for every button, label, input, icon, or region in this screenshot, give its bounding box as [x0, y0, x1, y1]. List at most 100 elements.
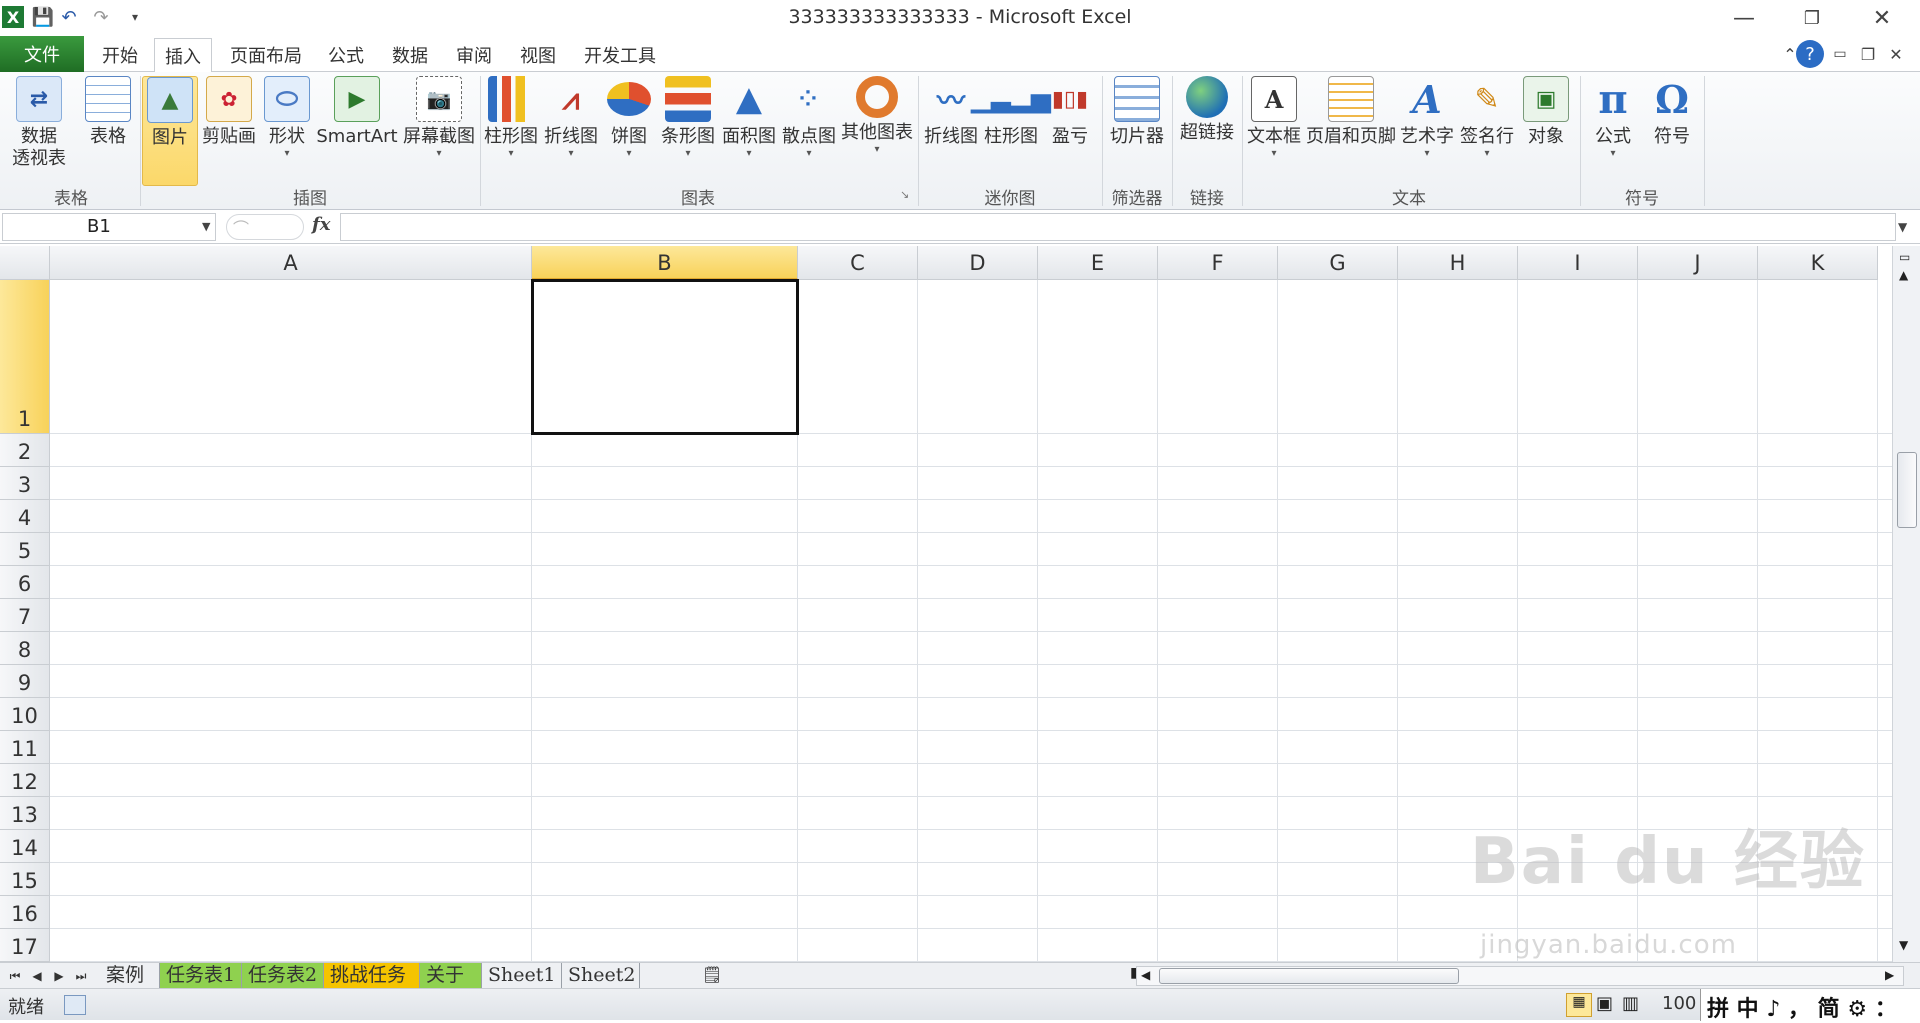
- row-header-1[interactable]: 1: [0, 280, 50, 434]
- sheet-tab[interactable]: 任务表2: [242, 963, 324, 988]
- tab-view[interactable]: 视图: [510, 38, 566, 72]
- hyperlink-button[interactable]: 超链接: [1174, 76, 1240, 176]
- scroll-right-icon[interactable]: ▶: [1885, 968, 1894, 982]
- vertical-scrollbar[interactable]: ▭ ▲ ▼: [1892, 246, 1920, 962]
- area-chart-button[interactable]: ▲ 面积图 ▾: [720, 76, 778, 176]
- column-header-c[interactable]: C: [798, 246, 918, 280]
- object-button[interactable]: ▣ 对象: [1518, 76, 1574, 176]
- pie-chart-button[interactable]: 饼图 ▾: [602, 76, 656, 176]
- column-header-a[interactable]: A: [50, 246, 532, 280]
- ime-status[interactable]: 拼 中 ♪ ， 简 ⚙ ：: [1707, 991, 1897, 1023]
- column-header-d[interactable]: D: [918, 246, 1038, 280]
- wordart-button[interactable]: A 艺术字 ▾: [1398, 76, 1456, 176]
- row-header-6[interactable]: 6: [0, 566, 50, 599]
- column-header-f[interactable]: F: [1158, 246, 1278, 280]
- last-sheet-icon[interactable]: ⏭: [70, 965, 92, 987]
- column-header-g[interactable]: G: [1278, 246, 1398, 280]
- sheet-tab[interactable]: 挑战任务: [324, 963, 420, 988]
- tab-review[interactable]: 审阅: [446, 38, 502, 72]
- sheet-tab[interactable]: 案例: [100, 963, 160, 988]
- selected-cell[interactable]: [531, 279, 799, 435]
- scroll-down-icon[interactable]: ▼: [1899, 938, 1908, 952]
- zoom-level[interactable]: 100: [1662, 993, 1696, 1014]
- column-header-j[interactable]: J: [1638, 246, 1758, 280]
- sparkline-winloss-button[interactable]: ▮▯▮ 盈亏: [1042, 76, 1098, 176]
- column-header-k[interactable]: K: [1758, 246, 1878, 280]
- other-charts-button[interactable]: 其他图表 ▾: [840, 76, 914, 176]
- tab-file[interactable]: 文件: [0, 36, 84, 72]
- doc-close-icon[interactable]: ✕: [1882, 40, 1910, 68]
- tab-developer[interactable]: 开发工具: [574, 38, 666, 72]
- row-header-15[interactable]: 15: [0, 863, 50, 896]
- table-button[interactable]: 表格: [78, 76, 138, 176]
- formula-bar-splitter[interactable]: ⌒: [226, 214, 304, 240]
- pivot-table-button[interactable]: ⇄ 数据 透视表: [4, 76, 74, 176]
- row-header-2[interactable]: 2: [0, 434, 50, 467]
- sheet-tab[interactable]: 任务表1: [160, 963, 242, 988]
- row-header-13[interactable]: 13: [0, 797, 50, 830]
- symbol-button[interactable]: Ω 符号: [1644, 76, 1700, 176]
- smartart-button[interactable]: ▶ SmartArt: [316, 76, 398, 176]
- bar-chart-button[interactable]: 条形图 ▾: [658, 76, 718, 176]
- scroll-left-icon[interactable]: ◀: [1141, 968, 1150, 982]
- shapes-button[interactable]: ⬭ 形状 ▾: [260, 76, 314, 176]
- column-header-i[interactable]: I: [1518, 246, 1638, 280]
- row-header-12[interactable]: 12: [0, 764, 50, 797]
- name-box-dropdown-icon[interactable]: ▼: [202, 220, 210, 233]
- row-header-11[interactable]: 11: [0, 731, 50, 764]
- first-sheet-icon[interactable]: ⏮: [4, 965, 26, 987]
- help-icon[interactable]: ?: [1796, 40, 1824, 68]
- row-header-14[interactable]: 14: [0, 830, 50, 863]
- expand-formula-bar-icon[interactable]: ▼: [1898, 220, 1907, 234]
- equation-button[interactable]: π 公式 ▾: [1584, 76, 1642, 176]
- horizontal-scroll-thumb[interactable]: [1159, 968, 1459, 984]
- restore-button[interactable]: ❐: [1792, 4, 1832, 32]
- formula-input[interactable]: [340, 213, 1896, 241]
- row-header-4[interactable]: 4: [0, 500, 50, 533]
- charts-dialog-launcher-icon[interactable]: ↘: [900, 188, 909, 201]
- insert-sheet-icon[interactable]: 🗒: [702, 965, 722, 984]
- header-footer-button[interactable]: 页眉和页脚: [1306, 76, 1396, 176]
- normal-view-icon[interactable]: ▦: [1566, 993, 1592, 1017]
- macro-record-icon[interactable]: [64, 995, 86, 1015]
- page-break-view-icon[interactable]: ▥: [1622, 993, 1639, 1014]
- row-header-9[interactable]: 9: [0, 665, 50, 698]
- scroll-split-icon[interactable]: ▭: [1899, 250, 1910, 264]
- doc-restore-icon[interactable]: ❐: [1854, 40, 1882, 68]
- clipart-button[interactable]: ✿ 剪贴画: [200, 76, 258, 176]
- row-header-7[interactable]: 7: [0, 599, 50, 632]
- prev-sheet-icon[interactable]: ◀: [26, 965, 48, 987]
- column-header-h[interactable]: H: [1398, 246, 1518, 280]
- vertical-scroll-thumb[interactable]: [1897, 452, 1917, 528]
- tab-insert[interactable]: 插入: [154, 38, 212, 73]
- tab-home[interactable]: 开始: [92, 38, 148, 72]
- row-header-16[interactable]: 16: [0, 896, 50, 929]
- horizontal-scrollbar[interactable]: ◀ ▶: [1136, 966, 1904, 986]
- row-header-8[interactable]: 8: [0, 632, 50, 665]
- row-header-5[interactable]: 5: [0, 533, 50, 566]
- tab-formulas[interactable]: 公式: [318, 38, 374, 72]
- column-header-b[interactable]: B: [532, 246, 798, 280]
- sparkline-column-button[interactable]: ▁▃▂▅ 柱形图: [971, 76, 1051, 176]
- picture-button[interactable]: ▲ 图片: [142, 76, 198, 186]
- column-chart-button[interactable]: 柱形图 ▾: [482, 76, 540, 176]
- tab-page-layout[interactable]: 页面布局: [220, 38, 312, 72]
- next-sheet-icon[interactable]: ▶: [48, 965, 70, 987]
- sheet-tab[interactable]: 关于: [420, 963, 482, 988]
- minimize-button[interactable]: —: [1724, 4, 1764, 32]
- insert-function-icon[interactable]: fx: [312, 214, 330, 235]
- scatter-chart-button[interactable]: ⁘ 散点图 ▾: [780, 76, 838, 176]
- doc-minimize-icon[interactable]: ▭: [1826, 40, 1854, 68]
- line-chart-button[interactable]: ⩘ 折线图 ▾: [542, 76, 600, 176]
- row-header-3[interactable]: 3: [0, 467, 50, 500]
- select-all-corner[interactable]: [0, 246, 50, 280]
- scroll-up-icon[interactable]: ▲: [1899, 268, 1908, 282]
- slicer-button[interactable]: 切片器: [1104, 76, 1170, 176]
- close-button[interactable]: ✕: [1862, 4, 1902, 32]
- sheet-tab[interactable]: Sheet1: [482, 963, 562, 988]
- screenshot-button[interactable]: 📷 屏幕截图 ▾: [400, 76, 478, 176]
- row-header-17[interactable]: 17: [0, 929, 50, 962]
- sheet-tab[interactable]: Sheet2: [562, 963, 640, 988]
- row-header-10[interactable]: 10: [0, 698, 50, 731]
- page-layout-view-icon[interactable]: ▣: [1596, 993, 1613, 1014]
